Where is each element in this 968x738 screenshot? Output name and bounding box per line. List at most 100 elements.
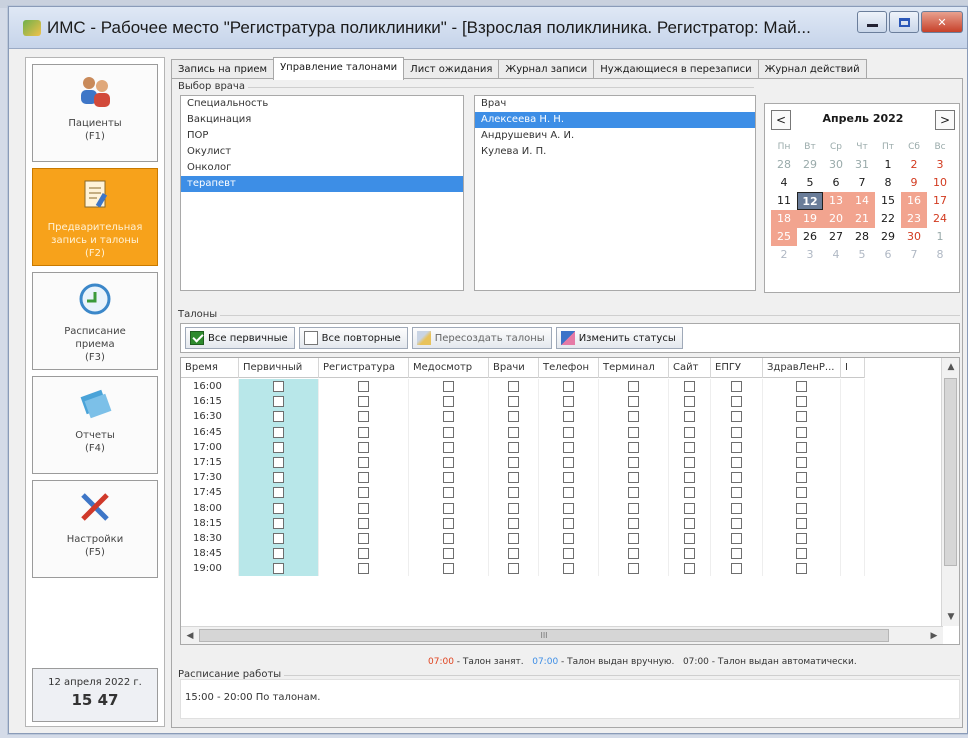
calendar-day[interactable]: 29 (797, 156, 823, 174)
ticket-checkbox[interactable] (358, 502, 369, 514)
table-row[interactable]: 18:45 (181, 546, 865, 562)
ticket-checkbox[interactable] (508, 487, 519, 499)
calendar-day[interactable]: 18 (771, 210, 797, 228)
calendar-day[interactable]: 29 (875, 228, 901, 246)
month-calendar[interactable]: < Апрель 2022 > Пн Вт Ср Чт Пт Сб Вс 28 29 30 31 1 2… (764, 103, 960, 293)
doctor-item[interactable]: Андрушевич А. И. (475, 128, 755, 144)
specialty-item[interactable]: Вакцинация (181, 112, 463, 128)
ticket-checkbox[interactable] (443, 441, 454, 453)
ticket-checkbox[interactable] (443, 472, 454, 484)
calendar-day[interactable]: 3 (797, 246, 823, 264)
ticket-checkbox[interactable] (796, 563, 807, 575)
ticket-checkbox[interactable] (508, 532, 519, 544)
table-row[interactable]: 17:30 (181, 470, 865, 486)
ticket-checkbox[interactable] (796, 411, 807, 423)
ticket-checkbox[interactable] (508, 426, 519, 438)
doctor-item-selected[interactable]: Алексеева Н. Н. (475, 112, 755, 128)
ticket-checkbox[interactable] (563, 457, 574, 469)
calendar-day[interactable]: 31 (849, 156, 875, 174)
doctor-list[interactable]: Врач Алексеева Н. Н. Андрушевич А. И. Ку… (474, 95, 756, 291)
column-header[interactable]: Регистратура (319, 358, 409, 378)
ticket-checkbox[interactable] (508, 502, 519, 514)
calendar-day[interactable]: 16 (901, 192, 927, 210)
calendar-day[interactable]: 17 (927, 192, 953, 210)
ticket-checkbox[interactable] (684, 548, 695, 560)
ticket-checkbox[interactable] (731, 472, 742, 484)
ticket-checkbox[interactable] (443, 457, 454, 469)
ticket-checkbox[interactable] (563, 532, 574, 544)
ticket-checkbox[interactable] (684, 563, 695, 575)
ticket-checkbox[interactable] (443, 548, 454, 560)
calendar-day[interactable]: 15 (875, 192, 901, 210)
calendar-day[interactable]: 2 (771, 246, 797, 264)
ticket-checkbox[interactable] (684, 517, 695, 529)
ticket-checkbox[interactable] (443, 563, 454, 575)
ticket-checkbox[interactable] (731, 487, 742, 499)
ticket-checkbox[interactable] (731, 457, 742, 469)
all-repeat-button[interactable]: Все повторные (298, 327, 408, 349)
ticket-checkbox[interactable] (628, 441, 639, 453)
title-bar[interactable]: ИМС - Рабочее место "Регистратура поликл… (9, 7, 967, 49)
ticket-checkbox[interactable] (273, 487, 284, 499)
ticket-checkbox[interactable] (731, 563, 742, 575)
tab-appointment[interactable]: Запись на прием (171, 59, 275, 79)
ticket-checkbox[interactable] (628, 457, 639, 469)
ticket-checkbox[interactable] (358, 381, 369, 393)
ticket-checkbox[interactable] (796, 396, 807, 408)
ticket-checkbox[interactable] (563, 548, 574, 560)
table-row[interactable]: 17:45 (181, 485, 865, 501)
ticket-checkbox[interactable] (273, 517, 284, 529)
ticket-checkbox[interactable] (796, 381, 807, 393)
ticket-checkbox[interactable] (731, 441, 742, 453)
ticket-checkbox[interactable] (443, 426, 454, 438)
ticket-checkbox[interactable] (796, 457, 807, 469)
ticket-checkbox[interactable] (508, 563, 519, 575)
ticket-checkbox[interactable] (563, 396, 574, 408)
ticket-checkbox[interactable] (731, 532, 742, 544)
ticket-checkbox[interactable] (684, 472, 695, 484)
ticket-checkbox[interactable] (358, 457, 369, 469)
ticket-checkbox[interactable] (508, 381, 519, 393)
ticket-checkbox[interactable] (358, 487, 369, 499)
specialty-item-selected[interactable]: терапевт (181, 176, 463, 192)
ticket-checkbox[interactable] (563, 472, 574, 484)
calendar-day[interactable]: 14 (849, 192, 875, 210)
scroll-up-icon[interactable]: ▲ (942, 358, 959, 376)
ticket-checkbox[interactable] (628, 487, 639, 499)
ticket-checkbox[interactable] (563, 517, 574, 529)
calendar-day[interactable]: 7 (849, 174, 875, 192)
table-row[interactable]: 18:15 (181, 515, 865, 531)
ticket-checkbox[interactable] (628, 548, 639, 560)
tab-waiting-list[interactable]: Лист ожидания (403, 59, 500, 79)
ticket-checkbox[interactable] (443, 381, 454, 393)
ticket-checkbox[interactable] (358, 517, 369, 529)
calendar-day[interactable]: 28 (849, 228, 875, 246)
calendar-day[interactable]: 7 (901, 246, 927, 264)
table-row[interactable]: 16:30 (181, 409, 865, 425)
ticket-checkbox[interactable] (273, 411, 284, 423)
calendar-day[interactable]: 4 (771, 174, 797, 192)
change-status-button[interactable]: Изменить статусы (555, 327, 683, 349)
tickets-grid[interactable]: Время Первичный Регистратура Медосмотр Врачи… (180, 357, 960, 645)
calendar-next-button[interactable]: > (935, 110, 955, 130)
horizontal-scrollbar[interactable]: ◀ III ▶ (181, 626, 943, 644)
calendar-day[interactable]: 5 (797, 174, 823, 192)
calendar-day[interactable]: 1 (927, 228, 953, 246)
ticket-checkbox[interactable] (628, 472, 639, 484)
calendar-day[interactable]: 5 (849, 246, 875, 264)
ticket-checkbox[interactable] (358, 563, 369, 575)
calendar-day[interactable]: 22 (875, 210, 901, 228)
ticket-checkbox[interactable] (358, 532, 369, 544)
ticket-checkbox[interactable] (563, 487, 574, 499)
ticket-checkbox[interactable] (563, 381, 574, 393)
calendar-day[interactable]: 3 (927, 156, 953, 174)
ticket-checkbox[interactable] (796, 487, 807, 499)
ticket-checkbox[interactable] (443, 411, 454, 423)
ticket-checkbox[interactable] (443, 487, 454, 499)
calendar-day[interactable]: 24 (927, 210, 953, 228)
ticket-checkbox[interactable] (273, 396, 284, 408)
ticket-checkbox[interactable] (731, 517, 742, 529)
specialty-list[interactable]: Специальность Вакцинация ПОР Окулист Онк… (180, 95, 464, 291)
table-row[interactable]: 18:00 (181, 500, 865, 516)
table-row[interactable]: 18:30 (181, 530, 865, 547)
